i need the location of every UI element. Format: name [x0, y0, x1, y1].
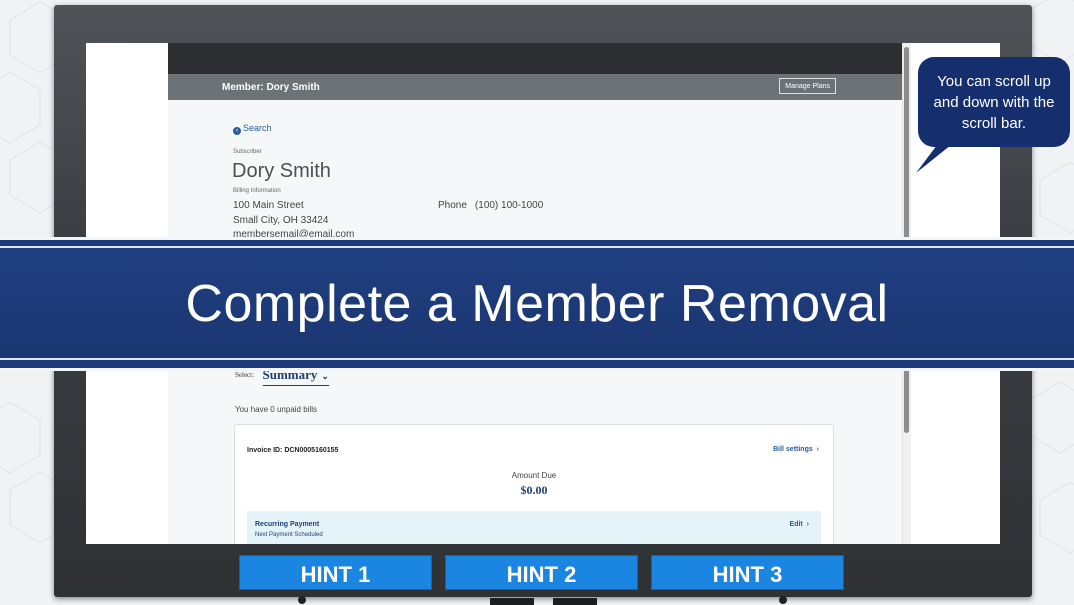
phone-label: Phone: [438, 200, 467, 211]
top-navigation-bar: [168, 43, 902, 74]
title-banner-inner: Complete a Member Removal: [0, 246, 1074, 360]
bill-settings-link[interactable]: Bill settings ›: [773, 446, 819, 453]
hint-3-button[interactable]: HINT 3: [651, 555, 844, 590]
scroll-hint-callout: You can scroll up and down with the scro…: [918, 57, 1070, 147]
amount-due-value: $0.00: [520, 483, 548, 497]
monitor-base-right: [553, 598, 597, 605]
address-street: 100 Main Street: [233, 200, 304, 211]
select-label: Select:: [235, 370, 255, 379]
next-payment-text: Next Payment Scheduled: [255, 532, 323, 538]
title-banner: Complete a Member Removal: [0, 237, 1074, 371]
phone-info: Phone (100) 100-1000: [438, 200, 551, 211]
circle-chevron-left-icon: ‹: [233, 127, 241, 135]
subscriber-label: Subscriber: [233, 149, 262, 155]
hint-1-button[interactable]: HINT 1: [239, 555, 432, 590]
unpaid-bills-text: You have 0 unpaid bills: [235, 405, 317, 414]
invoice-card: Invoice ID: DCN0005160155 Bill settings …: [234, 424, 834, 544]
monitor-base-left: [490, 598, 534, 605]
invoice-id: Invoice ID: DCN0005160155: [247, 447, 339, 454]
edit-recurring-link[interactable]: Edit ›: [790, 521, 809, 528]
recurring-payment-title: Recurring Payment: [255, 521, 320, 528]
edit-label: Edit: [789, 521, 803, 528]
amount-due-label: Amount Due: [511, 471, 557, 480]
monitor-foot-right: [779, 596, 787, 604]
callout-text: You can scroll up and down with the scro…: [933, 73, 1055, 132]
search-link-label: Search: [243, 123, 272, 133]
bill-settings-label: Bill settings: [773, 446, 813, 453]
subscriber-name: Dory Smith: [232, 160, 331, 182]
phone-number: (100) 100-1000: [474, 200, 544, 211]
manage-plans-button[interactable]: Manage Plans: [779, 78, 836, 94]
member-title: Member: Dory Smith: [222, 82, 320, 93]
member-header-bar: Member: Dory Smith Manage Plans: [168, 74, 902, 100]
monitor-foot-left: [298, 596, 306, 604]
recurring-payment-panel: Recurring Payment Next Payment Scheduled…: [247, 511, 821, 544]
chevron-down-icon: ⌄: [321, 371, 329, 381]
search-link[interactable]: ‹ Search: [233, 123, 272, 135]
address-city: Small City, OH 33424: [233, 215, 329, 226]
chevron-right-icon: ›: [814, 446, 819, 453]
billing-info-label: Billing Information: [233, 188, 281, 194]
hint-2-button[interactable]: HINT 2: [445, 555, 638, 590]
chevron-right-icon: ›: [804, 521, 809, 528]
banner-title: Complete a Member Removal: [185, 275, 889, 333]
